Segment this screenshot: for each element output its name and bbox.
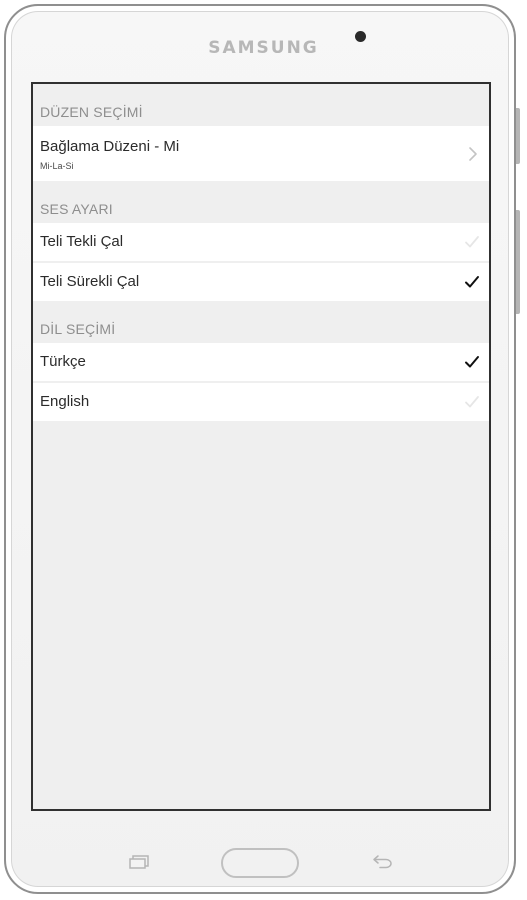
check-icon bbox=[465, 236, 479, 248]
language-option-english[interactable]: English bbox=[33, 383, 489, 421]
section-header-tuning: DÜZEN SEÇİMİ bbox=[40, 104, 143, 120]
chevron-right-icon bbox=[469, 147, 477, 161]
language-option-turkish[interactable]: Türkçe bbox=[33, 343, 489, 381]
recent-apps-icon[interactable] bbox=[128, 855, 150, 869]
check-icon bbox=[465, 356, 479, 368]
section-header-sound: SES AYARI bbox=[40, 201, 113, 217]
tuning-selection-item[interactable]: Bağlama Düzeni - Mi Mi-La-Si bbox=[33, 126, 489, 181]
option-label: Teli Sürekli Çal bbox=[40, 273, 140, 290]
tuning-title: Bağlama Düzeni - Mi bbox=[40, 138, 180, 155]
app-screen: DÜZEN SEÇİMİ Bağlama Düzeni - Mi Mi-La-S… bbox=[31, 82, 491, 811]
volume-button[interactable] bbox=[516, 210, 520, 314]
check-icon bbox=[465, 276, 479, 288]
section-header-language: DİL SEÇİMİ bbox=[40, 321, 116, 337]
back-icon[interactable] bbox=[372, 853, 394, 869]
check-icon bbox=[465, 396, 479, 408]
sound-option-continuous[interactable]: Teli Sürekli Çal bbox=[33, 263, 489, 301]
option-label: English bbox=[40, 393, 90, 410]
option-label: Teli Tekli Çal bbox=[40, 233, 124, 250]
sound-option-single[interactable]: Teli Tekli Çal bbox=[33, 223, 489, 261]
option-label: Türkçe bbox=[40, 353, 86, 370]
power-button[interactable] bbox=[516, 108, 520, 164]
brand-logo: SAMSUNG bbox=[208, 38, 319, 58]
tuning-subtitle: Mi-La-Si bbox=[40, 161, 74, 171]
front-camera-icon bbox=[355, 31, 366, 42]
home-button[interactable] bbox=[221, 848, 299, 878]
